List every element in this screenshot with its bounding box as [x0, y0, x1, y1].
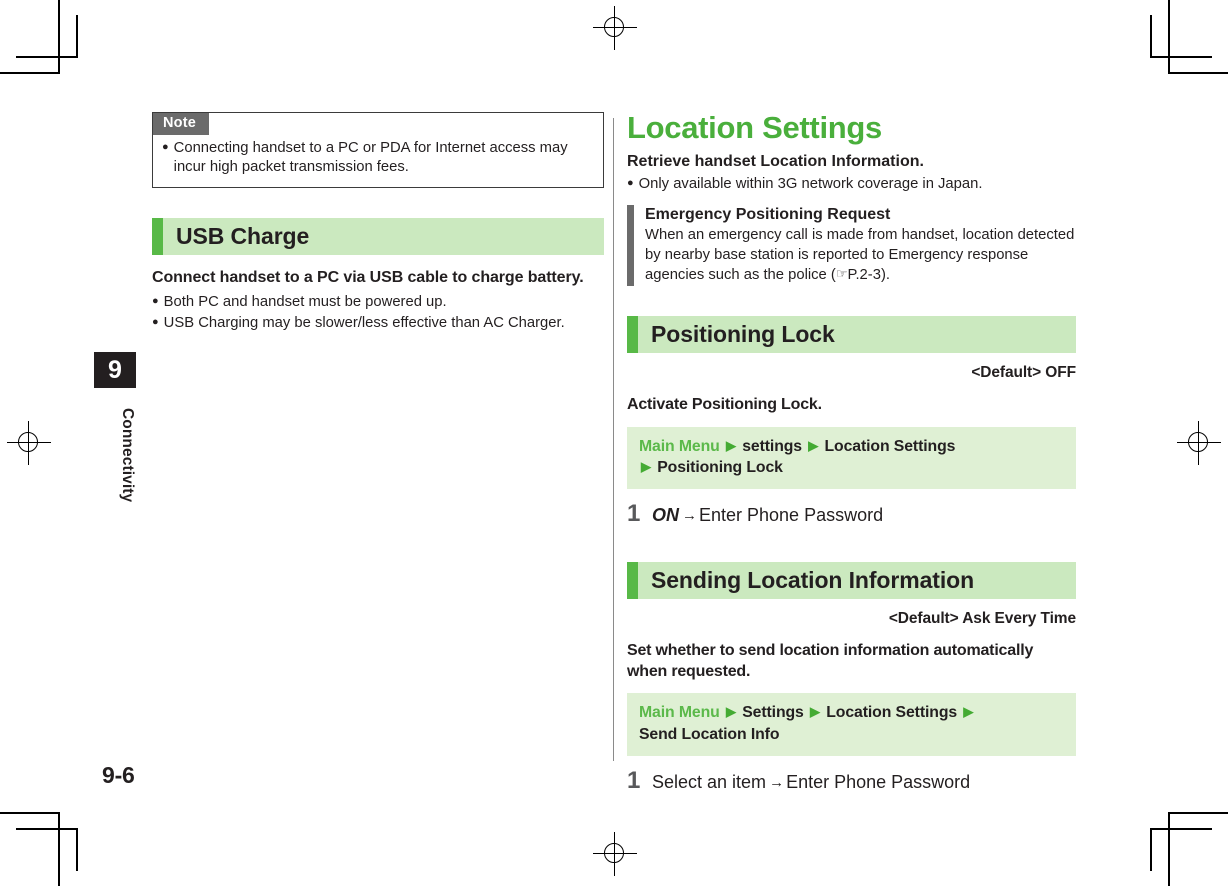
callout-text-after-ref: ). — [880, 267, 890, 284]
default-value-positioning-lock: <Default> OFF — [627, 364, 1076, 382]
step-arrow-icon: → — [769, 773, 785, 791]
section-heading-usb-charge: USB Charge — [152, 218, 604, 256]
path-arrow-icon: ▶ — [726, 437, 736, 453]
section-heading-text: Sending Location Information — [651, 566, 975, 593]
column-divider — [613, 118, 615, 761]
bullet-icon: ● — [627, 177, 634, 189]
menu-path-item[interactable]: Settings — [742, 704, 804, 721]
note-box: Note ● Connecting handset to a PC or PDA… — [152, 112, 604, 189]
callout-text: When an emergency call is made from hand… — [645, 226, 1076, 286]
step-lead[interactable]: Select an item — [652, 772, 766, 792]
path-arrow-icon: ▶ — [963, 704, 974, 720]
default-value-sending-location: <Default> Ask Every Time — [627, 610, 1076, 628]
heading-accent-bar — [627, 561, 638, 599]
callout-accent-bar — [627, 204, 634, 287]
step-text: ON → Enter Phone Password — [652, 505, 1076, 527]
path-arrow-icon: ▶ — [641, 459, 651, 475]
section-heading-positioning-lock: Positioning Lock — [627, 316, 1076, 354]
chapter-number-tab: 9 — [94, 352, 136, 388]
location-settings-bullets: ● Only available within 3G network cover… — [627, 175, 1076, 195]
heading-accent-bar — [627, 316, 638, 354]
callout-heading: Emergency Positioning Request — [645, 205, 891, 223]
section-heading-text: Positioning Lock — [651, 321, 835, 348]
step-number: 1 — [627, 500, 641, 528]
usb-charge-lead: Connect handset to a PC via USB cable to… — [152, 269, 584, 287]
pointing-hand-icon: ☞ — [835, 266, 848, 282]
note-bullet: ● Connecting handset to a PC or PDA for … — [162, 139, 593, 178]
step-row: 1 ON → Enter Phone Password — [627, 502, 1076, 527]
menu-path-item[interactable]: settings — [742, 438, 802, 455]
section-heading-text: USB Charge — [176, 223, 310, 250]
section-description: Set whether to send location information… — [627, 641, 1034, 680]
bullet-icon: ● — [152, 316, 159, 329]
heading-accent-bar — [152, 218, 163, 256]
default-value: Ask Every Time — [962, 609, 1076, 627]
right-column: Location Settings Retrieve handset Locat… — [627, 112, 1076, 793]
step-text: Select an item → Enter Phone Password — [652, 772, 1076, 794]
chapter-name-label: Connectivity — [119, 407, 136, 503]
step-row: 1 Select an item → Enter Phone Password — [627, 766, 1076, 794]
path-arrow-icon: ▶ — [810, 704, 820, 720]
default-label: <Default> — [971, 364, 1042, 382]
list-item: ● Both PC and handset must be powered up… — [152, 293, 604, 313]
path-arrow-icon: ▶ — [808, 437, 819, 453]
step-arrow-icon: → — [682, 507, 697, 525]
menu-path-send-location-info: Main Menu ▶ Settings ▶ Location Settings… — [627, 693, 1076, 756]
menu-path-root[interactable]: Main Menu — [639, 704, 720, 721]
callout-body: Emergency Positioning Request When an em… — [645, 205, 1076, 286]
left-column: Note ● Connecting handset to a PC or PDA… — [152, 112, 604, 334]
callout-reference[interactable]: P.2-3 — [847, 267, 880, 283]
menu-path-item[interactable]: Positioning Lock — [657, 459, 783, 476]
step-key[interactable]: ON — [652, 505, 679, 525]
page-subtitle: Retrieve handset Location Information. — [627, 153, 924, 170]
menu-path-positioning-lock: Main Menu ▶ settings ▶ Location Settings… — [627, 426, 1076, 490]
step-action: Enter Phone Password — [699, 505, 884, 526]
default-label: <Default> — [888, 609, 959, 627]
menu-path-root[interactable]: Main Menu — [639, 438, 720, 455]
default-value: OFF — [1045, 364, 1076, 382]
path-arrow-icon: ▶ — [726, 704, 736, 720]
page-title: Location Settings — [627, 110, 882, 145]
emergency-positioning-callout: Emergency Positioning Request When an em… — [627, 204, 1076, 287]
usb-charge-bullets: ● Both PC and handset must be powered up… — [152, 293, 604, 334]
list-item: ● USB Charging may be slower/less effect… — [152, 314, 604, 334]
step-action: Enter Phone Password — [786, 771, 971, 792]
list-item-text: Both PC and handset must be powered up. — [163, 293, 447, 310]
bullet-icon: ● — [152, 294, 159, 307]
list-item: ● Only available within 3G network cover… — [627, 175, 1076, 195]
step-number: 1 — [627, 766, 641, 794]
bullet-icon: ● — [162, 140, 169, 153]
page-number: 9-6 — [102, 762, 135, 788]
note-bullet-text: Connecting handset to a PC or PDA for In… — [173, 139, 568, 176]
note-body: ● Connecting handset to a PC or PDA for … — [153, 135, 603, 178]
menu-path-item[interactable]: Send Location Info — [639, 726, 779, 743]
menu-path-item[interactable]: Location Settings — [824, 438, 955, 455]
section-heading-sending-location-information: Sending Location Information — [627, 561, 1076, 599]
section-description: Activate Positioning Lock. — [627, 396, 822, 414]
menu-path-item[interactable]: Location Settings — [826, 704, 957, 721]
note-tab-label: Note — [153, 113, 210, 135]
manual-page: 9 Connectivity 9-6 Note ● Connecting han… — [0, 0, 1228, 886]
list-item-text: USB Charging may be slower/less effectiv… — [163, 315, 565, 332]
chapter-number: 9 — [108, 355, 122, 384]
list-item-text: Only available within 3G network coverag… — [638, 176, 983, 192]
